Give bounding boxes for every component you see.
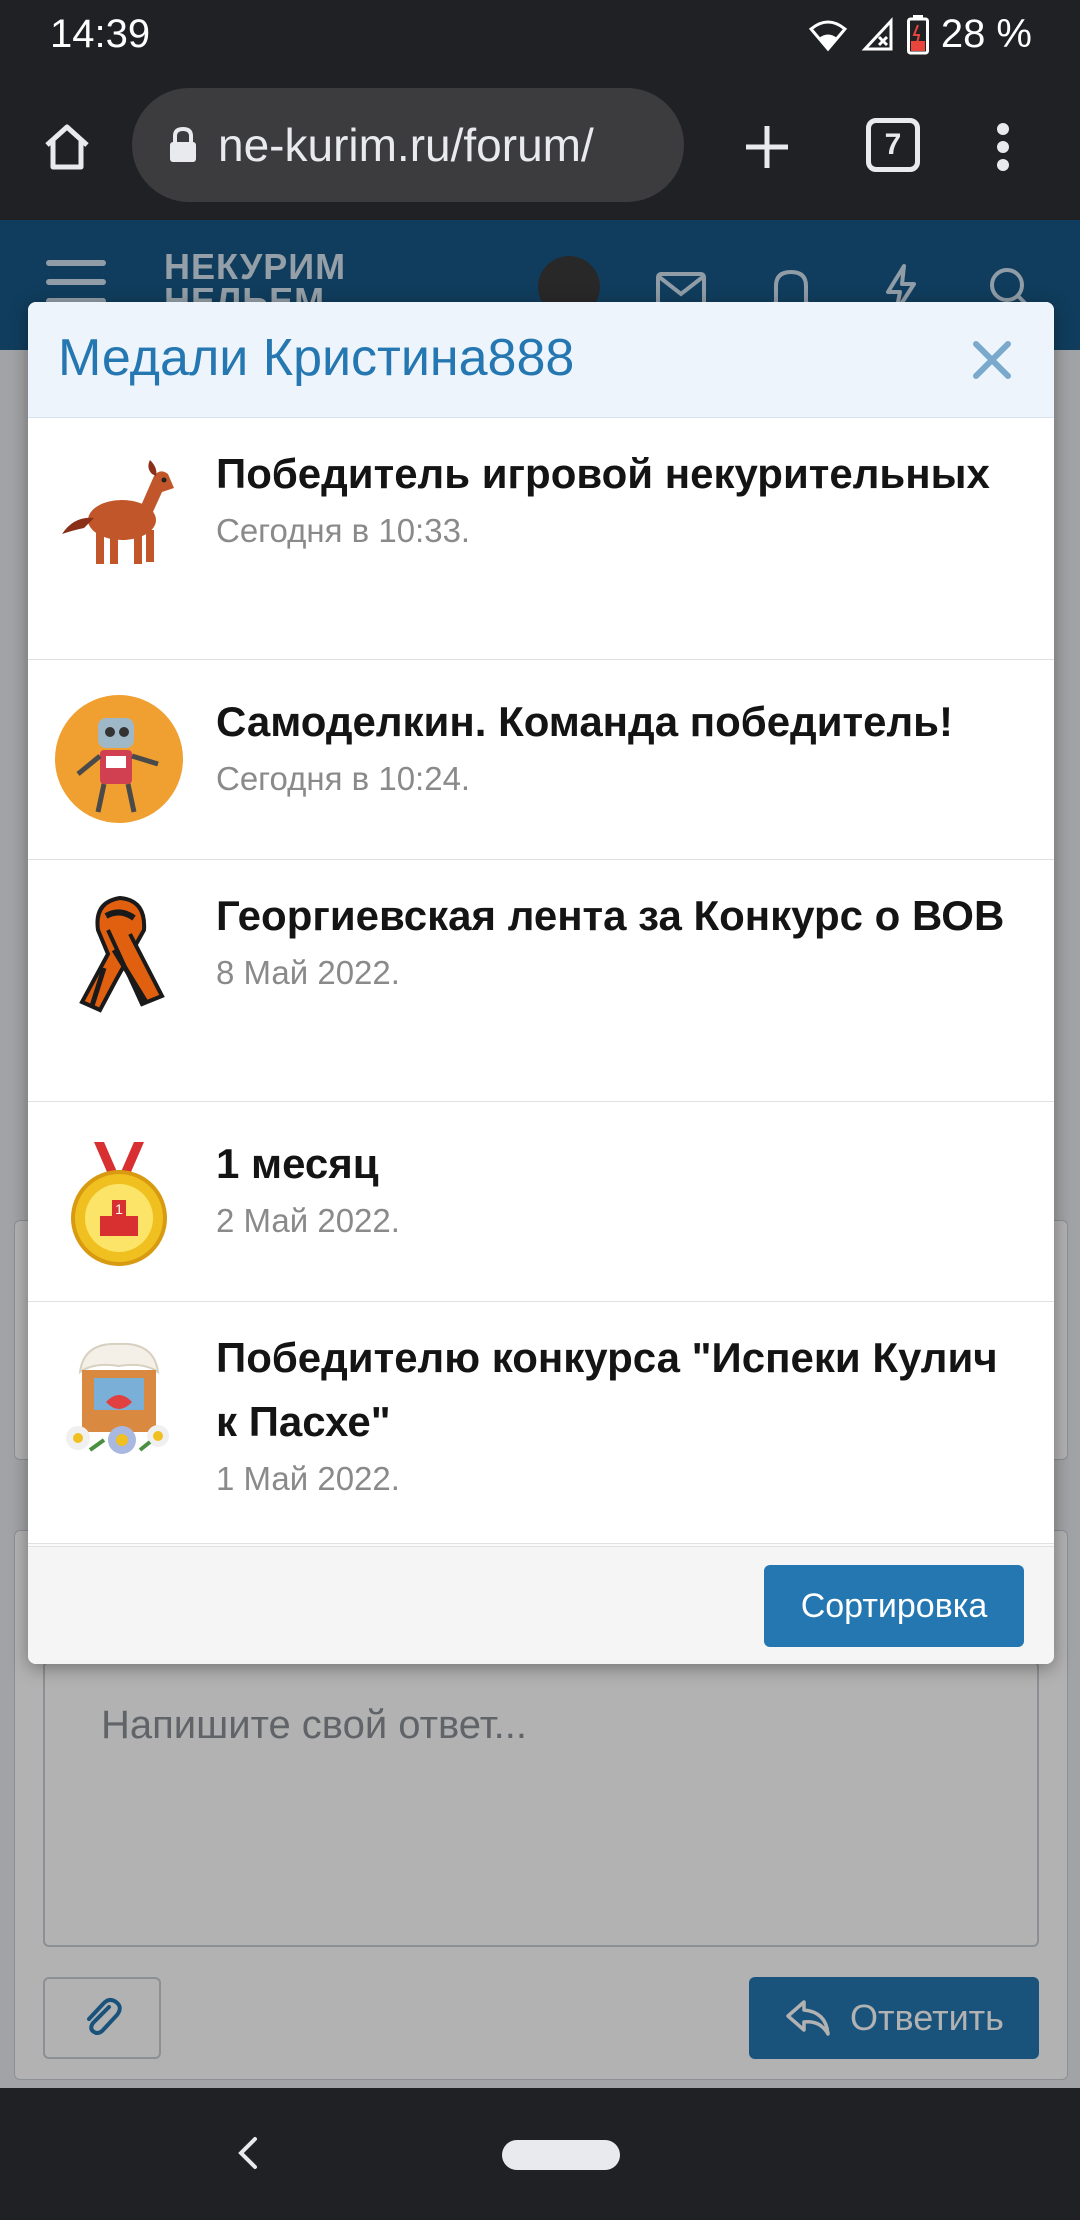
medal-title: Победителю конкурса "Испеки Кулич к Пасх… <box>216 1334 998 1445</box>
medal-title: 1 месяц <box>216 1140 379 1187</box>
medal-date: Сегодня в 10:24. <box>216 760 471 797</box>
browser-menu-button[interactable] <box>976 110 1030 184</box>
medal-date: 8 Май 2022. <box>216 954 400 991</box>
home-icon <box>45 124 89 170</box>
medal-item[interactable]: Георгиевская лента за Конкурс о ВОВ 8 Ма… <box>28 860 1054 1102</box>
medal-title: Победитель игровой некурительных <box>216 450 990 497</box>
browser-toolbar: ne-kurim.ru/forum/ 7 <box>0 74 1080 220</box>
battery-percent: 28 % <box>940 12 1032 56</box>
status-icons: 28 % <box>807 12 1032 57</box>
tab-switcher-button[interactable]: 7 <box>866 118 920 172</box>
status-bar: 14:39 28 % <box>0 0 1080 74</box>
medal-body: Самоделкин. Команда победитель! Сегодня … <box>216 690 1014 798</box>
medal-item[interactable]: Победителю конкурса "Испеки Кулич к Пасх… <box>28 1302 1054 1544</box>
medal-title: Георгиевская лента за Конкурс о ВОВ <box>216 892 1005 939</box>
easter-cake-icon <box>66 1342 169 1454</box>
svg-text:1: 1 <box>115 1201 123 1217</box>
modal-header: Медали Кристина888 <box>28 302 1054 418</box>
status-time: 14:39 <box>50 12 151 56</box>
sort-button[interactable]: Сортировка <box>764 1565 1024 1647</box>
medal-title: Самоделкин. Команда победитель! <box>216 698 953 745</box>
close-icon <box>973 341 1011 379</box>
modal-footer: Сортировка <box>28 1546 1054 1664</box>
medal-date: Сегодня в 10:33. <box>216 512 471 549</box>
medal-item[interactable]: Самоделкин. Команда победитель! Сегодня … <box>28 660 1054 860</box>
medal-item[interactable]: 1 1 месяц 2 Май 2022. <box>28 1102 1054 1302</box>
ribbon-icon <box>79 895 165 1013</box>
plus-icon <box>746 126 788 168</box>
home-pill[interactable] <box>502 2140 620 2170</box>
back-icon <box>238 2137 257 2169</box>
medal-icon: 1 <box>71 1142 167 1266</box>
robot-icon <box>55 695 183 823</box>
medal-body: Победитель игровой некурительных Сегодня… <box>216 442 1014 550</box>
horse-icon <box>62 460 174 564</box>
new-tab-button[interactable] <box>730 110 804 184</box>
medal-date: 2 Май 2022. <box>216 1202 400 1239</box>
close-button[interactable] <box>964 332 1020 388</box>
medal-list: Победитель игровой некурительных Сегодня… <box>28 418 1054 1544</box>
medal-body: Георгиевская лента за Конкурс о ВОВ 8 Ма… <box>216 884 1014 992</box>
back-button[interactable] <box>222 2128 272 2178</box>
lock-icon <box>170 126 196 162</box>
medal-body: 1 месяц 2 Май 2022. <box>216 1132 1014 1240</box>
home-button[interactable] <box>30 110 104 184</box>
system-nav-bar <box>0 2088 1080 2220</box>
signal-icon <box>861 16 893 50</box>
more-vert-icon <box>997 123 1009 171</box>
wifi-icon <box>808 20 847 51</box>
battery-icon <box>906 14 929 54</box>
modal-title: Медали Кристина888 <box>58 329 575 387</box>
medal-item[interactable]: Победитель игровой некурительных Сегодня… <box>28 418 1054 660</box>
medal-body: Победителю конкурса "Испеки Кулич к Пасх… <box>216 1326 1014 1498</box>
medals-modal: Медали Кристина888 Победитель игровой не <box>28 302 1054 1664</box>
url-text: ne-kurim.ru/forum/ <box>218 119 594 171</box>
medal-date: 1 Май 2022. <box>216 1460 400 1497</box>
address-bar[interactable]: ne-kurim.ru/forum/ <box>132 88 684 202</box>
